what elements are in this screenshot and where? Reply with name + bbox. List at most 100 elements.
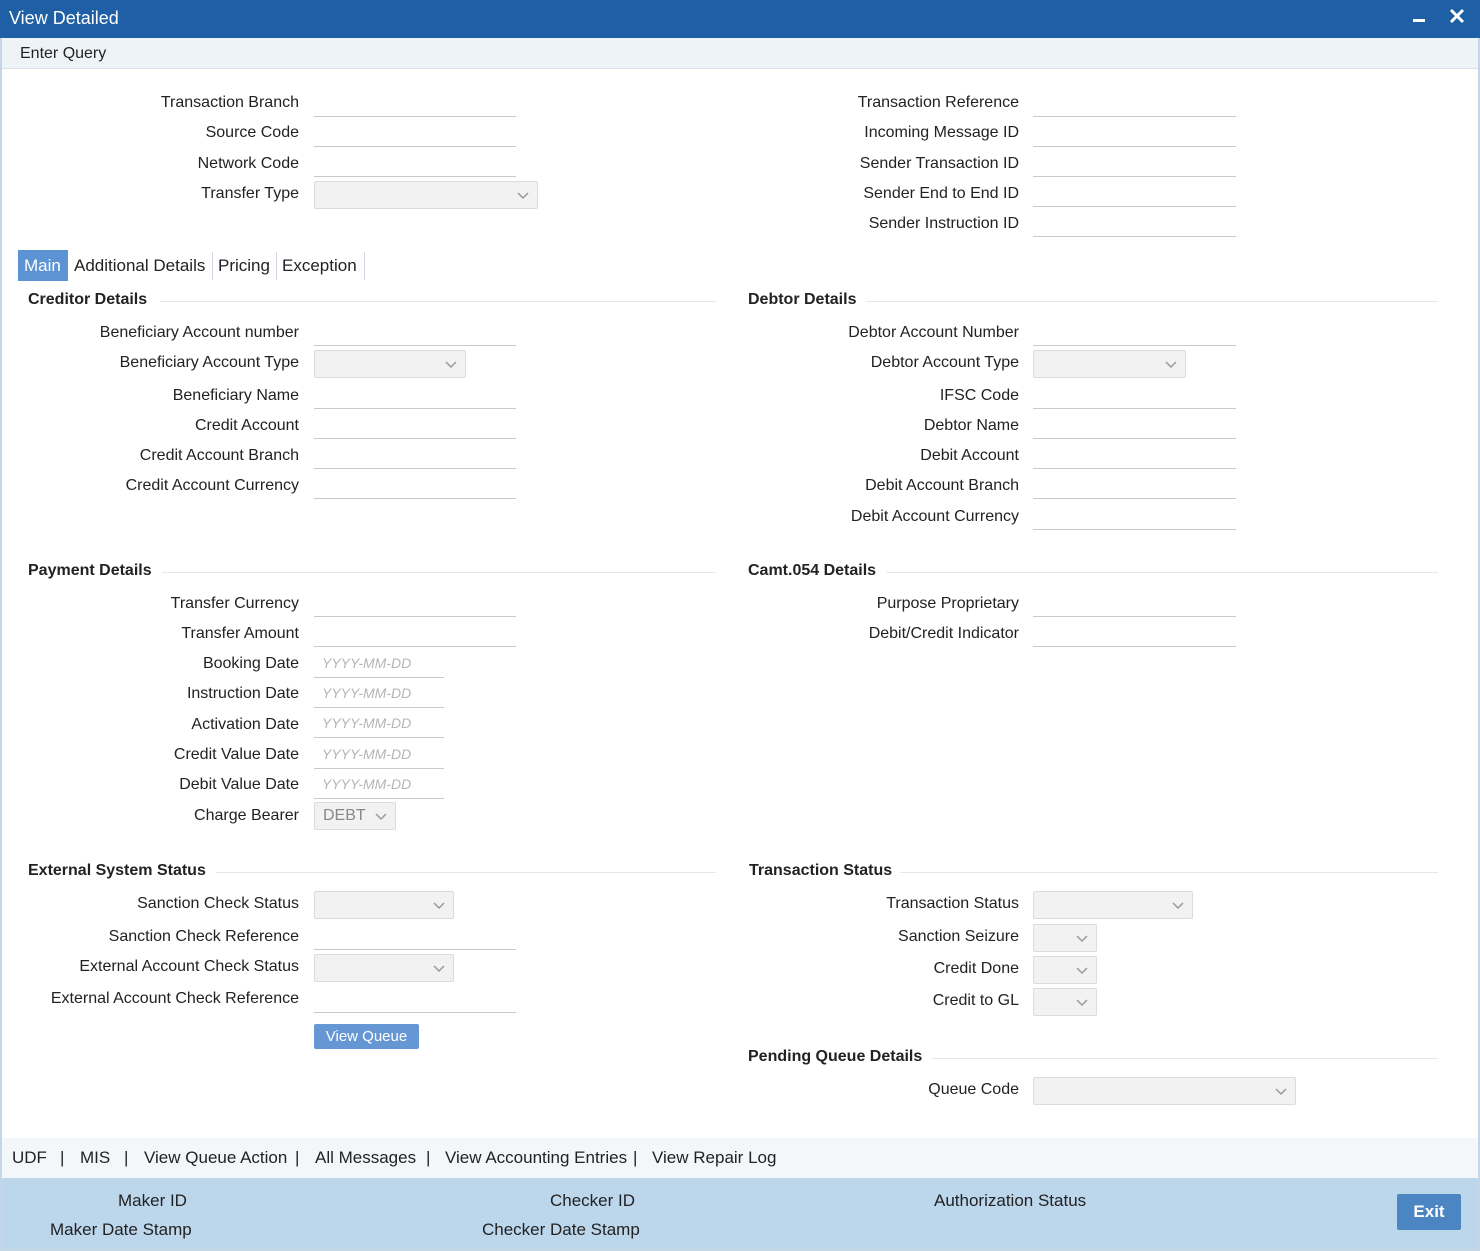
section-divider — [216, 872, 716, 873]
activation-date-input[interactable]: YYYY-MM-DD — [314, 708, 444, 738]
chevron-down-icon — [1275, 1088, 1287, 1096]
tab-separator — [364, 252, 365, 280]
tab-main[interactable]: Main — [18, 250, 68, 281]
credit-done-select[interactable] — [1033, 956, 1097, 984]
sanction-seizure-select[interactable] — [1033, 924, 1097, 952]
credit-to-gl-label: Credit to GL — [932, 992, 1019, 1009]
sender-instruction-id-input[interactable] — [1033, 207, 1236, 237]
credit-done-label: Credit Done — [933, 960, 1019, 977]
sanction-seizure-label: Sanction Seizure — [898, 928, 1019, 945]
debit-account-branch-label: Debit Account Branch — [865, 477, 1019, 494]
external-account-check-reference-input[interactable] — [314, 983, 516, 1013]
credit-account-input[interactable] — [314, 409, 516, 439]
queue-code-select[interactable] — [1033, 1077, 1296, 1105]
transfer-amount-input[interactable] — [314, 617, 516, 647]
transaction-branch-input[interactable] — [314, 87, 516, 117]
window-title: View Detailed — [9, 8, 119, 28]
purpose-proprietary-label: Purpose Proprietary — [876, 595, 1019, 612]
section-divider — [866, 301, 1438, 302]
debtor-account-type-select[interactable] — [1033, 350, 1186, 378]
external-account-check-reference-label: External Account Check Reference — [50, 990, 299, 1007]
view-queue-button[interactable]: View Queue — [314, 1024, 419, 1049]
debit-account-branch-input[interactable] — [1033, 469, 1236, 499]
transaction-reference-input[interactable] — [1033, 87, 1236, 117]
debtor-name-input[interactable] — [1033, 409, 1236, 439]
external-account-check-status-select[interactable] — [314, 954, 454, 982]
source-code-label: Source Code — [205, 124, 299, 141]
transfer-currency-input[interactable] — [314, 587, 516, 617]
chevron-down-icon — [433, 902, 445, 910]
sender-end-to-end-id-input[interactable] — [1033, 177, 1236, 207]
audit-footer — [2, 1178, 1478, 1249]
view-accounting-entries-link[interactable]: View Accounting Entries — [445, 1148, 627, 1168]
beneficiary-name-label: Beneficiary Name — [172, 387, 299, 404]
transfer-type-select[interactable] — [314, 181, 538, 209]
minimize-icon[interactable] — [1407, 6, 1431, 30]
beneficiary-account-type-select[interactable] — [314, 350, 466, 378]
credit-value-date-input[interactable]: YYYY-MM-DD — [314, 739, 444, 769]
credit-account-label: Credit Account — [194, 417, 299, 434]
credit-to-gl-select[interactable] — [1033, 988, 1097, 1016]
instruction-date-input[interactable]: YYYY-MM-DD — [314, 678, 444, 708]
exit-button[interactable]: Exit — [1397, 1194, 1461, 1230]
tab-exception[interactable]: Exception — [276, 250, 363, 281]
debtor-name-label: Debtor Name — [923, 417, 1019, 434]
charge-bearer-value: DEBT — [323, 807, 366, 824]
charge-bearer-select[interactable]: DEBT — [314, 802, 396, 830]
all-messages-link[interactable]: All Messages — [315, 1148, 416, 1168]
chevron-down-icon — [445, 361, 457, 369]
incoming-message-id-input[interactable] — [1033, 117, 1236, 147]
tab-pricing[interactable]: Pricing — [212, 250, 276, 281]
beneficiary-account-number-input[interactable] — [314, 316, 516, 346]
payment-details-heading: Payment Details — [28, 562, 152, 579]
beneficiary-account-type-label: Beneficiary Account Type — [119, 354, 299, 371]
debtor-details-heading: Debtor Details — [748, 291, 857, 308]
udf-link[interactable]: UDF — [12, 1148, 47, 1168]
checker-date-stamp-label: Checker Date Stamp — [482, 1220, 640, 1239]
debit-credit-indicator-input[interactable] — [1033, 617, 1236, 647]
credit-account-currency-input[interactable] — [314, 469, 516, 499]
debit-credit-indicator-label: Debit/Credit Indicator — [868, 625, 1019, 642]
purpose-proprietary-input[interactable] — [1033, 587, 1236, 617]
credit-account-branch-label: Credit Account Branch — [139, 447, 299, 464]
chevron-down-icon — [1165, 361, 1177, 369]
link-separator: | — [426, 1148, 431, 1167]
sender-instruction-id-label: Sender Instruction ID — [868, 215, 1019, 232]
credit-account-branch-input[interactable] — [314, 439, 516, 469]
debit-account-input[interactable] — [1033, 439, 1236, 469]
beneficiary-name-input[interactable] — [314, 379, 516, 409]
activation-date-label: Activation Date — [191, 716, 299, 733]
debit-account-currency-input[interactable] — [1033, 500, 1236, 530]
external-system-status-heading: External System Status — [28, 862, 206, 879]
instruction-date-label: Instruction Date — [186, 685, 299, 702]
debit-account-currency-label: Debit Account Currency — [850, 508, 1019, 525]
debit-value-date-input[interactable]: YYYY-MM-DD — [314, 769, 444, 799]
transaction-status-select[interactable] — [1033, 891, 1193, 919]
section-divider — [886, 572, 1438, 573]
pending-queue-details-heading: Pending Queue Details — [748, 1048, 923, 1065]
tab-additional-details[interactable]: Additional Details — [68, 250, 211, 281]
view-queue-action-link[interactable]: View Queue Action — [144, 1148, 287, 1168]
network-code-label: Network Code — [197, 155, 299, 172]
incoming-message-id-label: Incoming Message ID — [864, 124, 1019, 141]
link-separator: | — [633, 1148, 638, 1167]
title-bar: View Detailed — [0, 0, 1480, 38]
close-icon[interactable] — [1445, 6, 1469, 30]
mis-link[interactable]: MIS — [80, 1148, 110, 1168]
sanction-check-reference-label: Sanction Check Reference — [108, 928, 299, 945]
network-code-input[interactable] — [314, 147, 516, 177]
sender-transaction-id-input[interactable] — [1033, 147, 1236, 177]
ifsc-code-input[interactable] — [1033, 379, 1236, 409]
debtor-account-number-input[interactable] — [1033, 316, 1236, 346]
view-repair-log-link[interactable]: View Repair Log — [652, 1148, 776, 1168]
sanction-check-reference-input[interactable] — [314, 920, 516, 950]
booking-date-input[interactable]: YYYY-MM-DD — [314, 648, 444, 678]
transfer-amount-label: Transfer Amount — [181, 625, 299, 642]
section-divider — [932, 1058, 1438, 1059]
sanction-check-status-select[interactable] — [314, 891, 454, 919]
debit-account-label: Debit Account — [920, 447, 1019, 464]
source-code-input[interactable] — [314, 117, 516, 147]
maker-date-stamp-label: Maker Date Stamp — [50, 1220, 192, 1239]
beneficiary-account-number-label: Beneficiary Account number — [99, 324, 299, 341]
enter-query-menu[interactable]: Enter Query — [20, 45, 106, 63]
